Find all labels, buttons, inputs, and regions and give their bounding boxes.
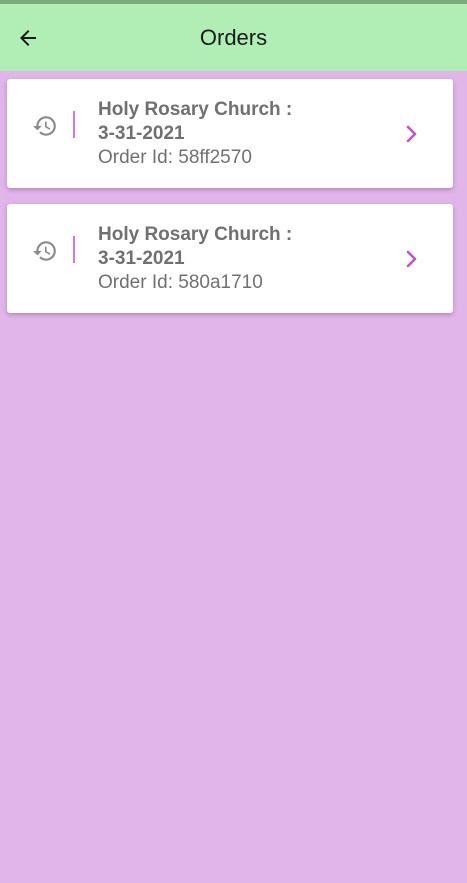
order-id-line: Order Id: 580a1710 <box>98 271 358 295</box>
order-date: 3-31-2021 <box>98 248 185 269</box>
chevron-right-icon <box>406 250 417 268</box>
history-icon <box>33 241 56 261</box>
history-icon <box>33 116 56 136</box>
order-id-label: Order Id: <box>98 272 173 293</box>
order-id-line: Order Id: 58ff2570 <box>98 146 358 170</box>
chevron-right-icon <box>406 125 417 143</box>
order-id-value: 58ff2570 <box>178 147 252 168</box>
order-card[interactable]: Holy Rosary Church : 3-31-2021 Order Id:… <box>7 79 453 188</box>
order-card[interactable]: Holy Rosary Church : 3-31-2021 Order Id:… <box>7 204 453 313</box>
arrow-left-icon <box>20 30 36 46</box>
back-button[interactable] <box>12 22 44 54</box>
order-title: Holy Rosary Church : <box>98 224 293 245</box>
order-date: 3-31-2021 <box>98 123 185 144</box>
order-title: Holy Rosary Church : <box>98 99 293 120</box>
page-title: Orders <box>199 25 268 50</box>
order-id-value: 580a1710 <box>178 272 263 293</box>
order-details: Holy Rosary Church : 3-31-2021 Order Id:… <box>98 98 358 170</box>
order-details: Holy Rosary Church : 3-31-2021 Order Id:… <box>98 223 358 295</box>
divider <box>73 111 75 138</box>
order-id-label: Order Id: <box>98 147 173 168</box>
app-bar: Orders <box>0 4 467 71</box>
divider <box>73 236 75 263</box>
orders-list: Holy Rosary Church : 3-31-2021 Order Id:… <box>7 79 453 329</box>
